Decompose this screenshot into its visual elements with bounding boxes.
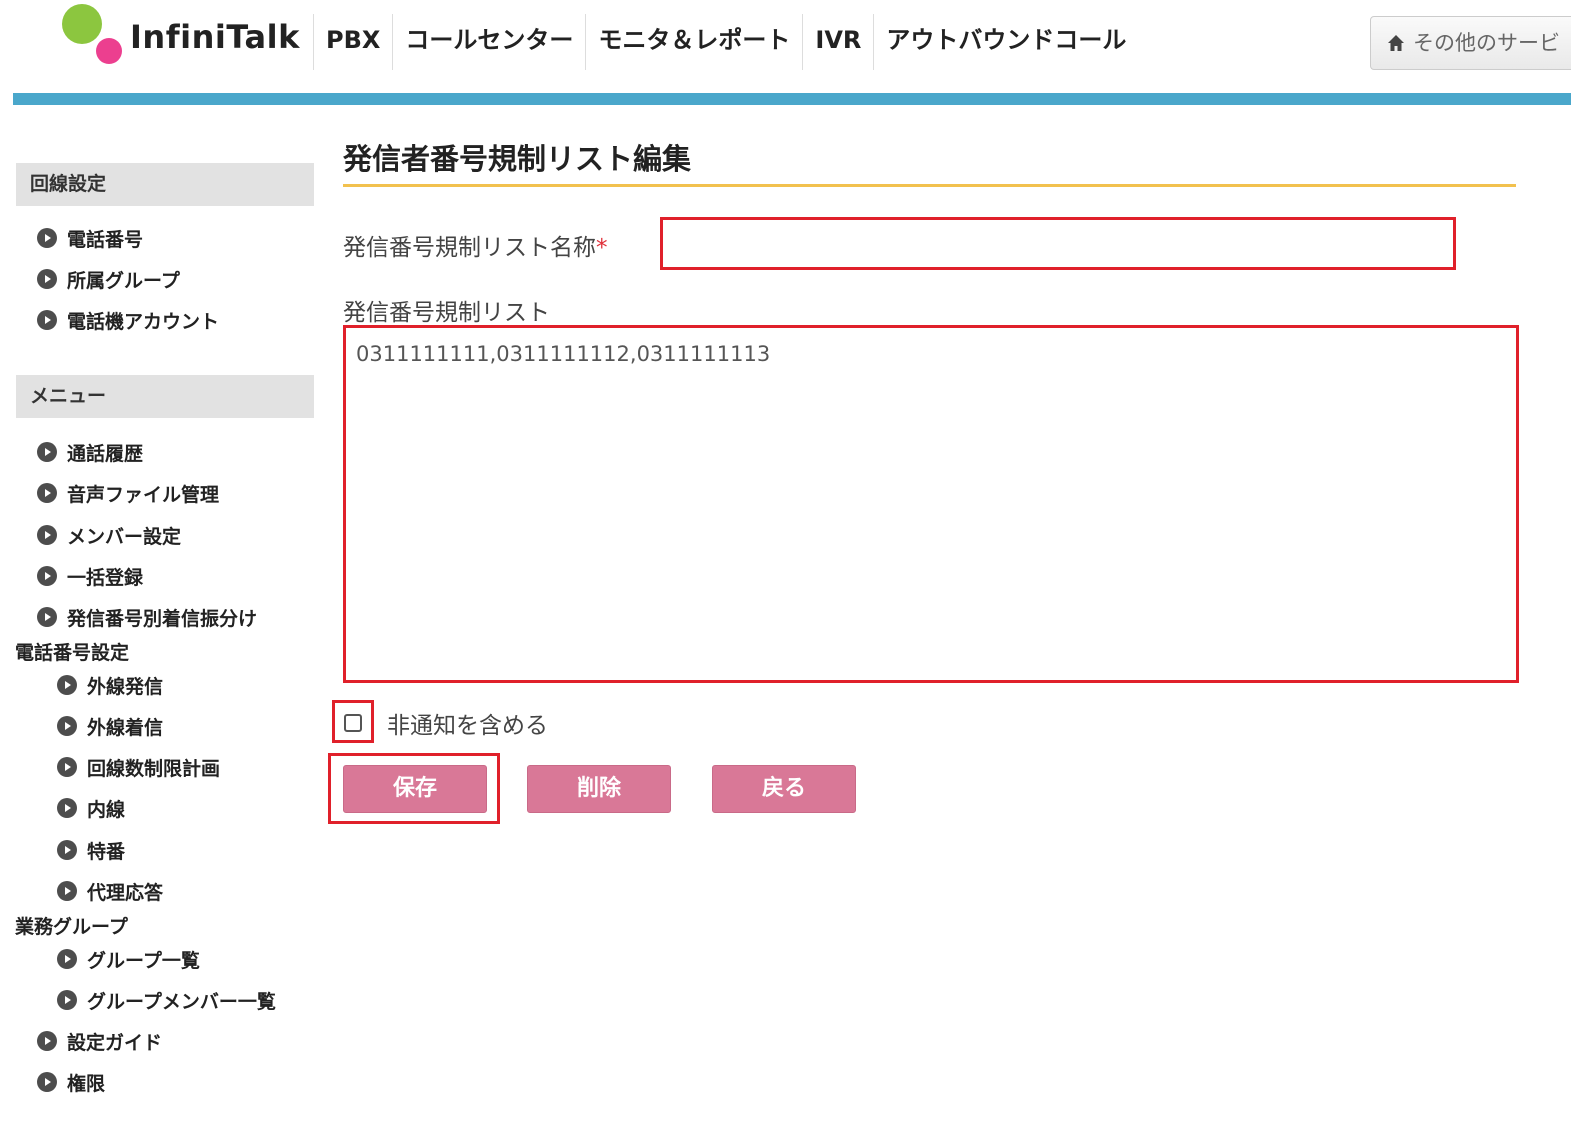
sidebar-item-label: 通話履歴	[67, 442, 144, 465]
chevron-right-icon	[37, 1072, 57, 1092]
sidebar-item-affiliated-group[interactable]: 所属グループ	[37, 264, 180, 294]
chevron-right-icon	[37, 525, 57, 545]
sidebar-item-label: 設定ガイド	[67, 1031, 163, 1054]
sidebar-item-line-limit-plan[interactable]: 回線数制限計画	[57, 752, 220, 782]
sidebar-item-label: 特番	[87, 840, 126, 863]
sidebar-item-label: 外線発信	[87, 675, 164, 698]
nav-callcenter[interactable]: コールセンター	[392, 14, 585, 70]
sidebar-item-phone-number[interactable]: 電話番号	[37, 223, 143, 253]
sidebar-item-phone-account[interactable]: 電話機アカウント	[37, 305, 219, 335]
delete-button[interactable]: 削除	[527, 765, 671, 813]
restriction-list-textarea[interactable]: 0311111111,0311111112,0311111113	[343, 325, 1519, 683]
chevron-right-icon	[37, 228, 57, 248]
back-button[interactable]: 戻る	[712, 765, 856, 813]
nav-pbx[interactable]: PBX	[313, 14, 392, 70]
header-divider-bar	[13, 93, 1571, 105]
chevron-right-icon	[57, 716, 77, 736]
sidebar-item-label: 電話番号	[67, 228, 144, 251]
chevron-right-icon	[37, 1031, 57, 1051]
sidebar-item-label: 権限	[67, 1072, 106, 1095]
sidebar-section-line-settings: 回線設定	[16, 163, 314, 206]
sidebar-item-label: 発信番号別着信振分け	[67, 607, 258, 630]
sidebar-group-phone-number-settings: 電話番号設定	[15, 642, 130, 664]
sidebar-item-label: 所属グループ	[67, 269, 180, 292]
other-services-button[interactable]: その他のサービ	[1370, 16, 1571, 70]
sidebar-item-label: 外線着信	[87, 716, 164, 739]
sidebar-item-group-list[interactable]: グループ一覧	[57, 944, 200, 974]
sidebar-item-bulk-registration[interactable]: 一括登録	[37, 561, 143, 591]
chevron-right-icon	[57, 675, 77, 695]
sidebar-item-audio-files[interactable]: 音声ファイル管理	[37, 478, 219, 508]
top-header: InfiniTalk PBX コールセンター モニタ＆レポート IVR アウトバ…	[0, 0, 1571, 92]
sidebar-item-outbound[interactable]: 外線発信	[57, 670, 163, 700]
sidebar-item-pickup[interactable]: 代理応答	[57, 876, 163, 906]
sidebar-item-member-settings[interactable]: メンバー設定	[37, 520, 181, 550]
list-name-label: 発信番号規制リスト名称*	[343, 228, 608, 262]
sidebar-item-settings-guide[interactable]: 設定ガイド	[37, 1026, 162, 1056]
sidebar-item-label: 音声ファイル管理	[67, 483, 220, 506]
main-nav: PBX コールセンター モニタ＆レポート IVR アウトバウンドコール	[313, 14, 1138, 70]
chevron-right-icon	[37, 607, 57, 627]
chevron-right-icon	[57, 757, 77, 777]
chevron-right-icon	[37, 566, 57, 586]
include-anonymous-label[interactable]: 非通知を含める	[387, 706, 548, 740]
sidebar-item-permissions[interactable]: 権限	[37, 1067, 105, 1097]
sidebar-item-label: 電話機アカウント	[67, 310, 220, 333]
sidebar-item-label: グループ一覧	[87, 949, 200, 972]
sidebar-item-label: 代理応答	[87, 881, 164, 904]
chevron-right-icon	[37, 269, 57, 289]
nav-outbound-call[interactable]: アウトバウンドコール	[873, 14, 1138, 70]
sidebar-item-special-number[interactable]: 特番	[57, 835, 125, 865]
sidebar-item-label: 回線数制限計画	[87, 757, 221, 780]
sidebar-item-group-member-list[interactable]: グループメンバー一覧	[57, 985, 276, 1015]
list-name-input[interactable]	[660, 217, 1456, 270]
sidebar-item-label: メンバー設定	[67, 525, 182, 548]
list-label: 発信番号規制リスト	[343, 300, 550, 326]
nav-ivr[interactable]: IVR	[802, 14, 873, 70]
chevron-right-icon	[57, 949, 77, 969]
chevron-right-icon	[57, 798, 77, 818]
include-anonymous-checkbox[interactable]	[344, 714, 362, 732]
sidebar-item-inbound[interactable]: 外線着信	[57, 711, 163, 741]
chevron-right-icon	[37, 310, 57, 330]
list-name-label-text: 発信番号規制リスト名称	[343, 235, 596, 261]
logo-green-dot	[62, 4, 102, 44]
chevron-right-icon	[37, 442, 57, 462]
sidebar-group-business-group: 業務グループ	[15, 916, 128, 938]
title-underline	[343, 184, 1516, 187]
sidebar-section-menu: メニュー	[16, 375, 314, 418]
chevron-right-icon	[37, 483, 57, 503]
nav-monitor-report[interactable]: モニタ＆レポート	[585, 14, 802, 70]
required-mark: *	[596, 235, 608, 261]
sidebar-item-caller-routing[interactable]: 発信番号別着信振分け	[37, 602, 257, 632]
sidebar-item-label: 内線	[87, 798, 126, 821]
sidebar-item-label: グループメンバー一覧	[87, 990, 276, 1013]
home-icon	[1388, 35, 1404, 51]
sidebar-item-call-history[interactable]: 通話履歴	[37, 437, 143, 467]
chevron-right-icon	[57, 881, 77, 901]
infinitalk-logo[interactable]: InfiniTalk	[62, 4, 299, 66]
anonymous-checkbox-highlight	[332, 700, 374, 743]
page-title: 発信者番号規制リスト編集	[343, 142, 692, 176]
logo-text: InfiniTalk	[130, 18, 300, 56]
chevron-right-icon	[57, 840, 77, 860]
save-button[interactable]: 保存	[343, 765, 487, 813]
chevron-right-icon	[57, 990, 77, 1010]
sidebar-item-extension[interactable]: 内線	[57, 793, 125, 823]
sidebar-item-label: 一括登録	[67, 566, 144, 589]
logo-pink-dot	[96, 38, 122, 64]
other-services-label: その他のサービ	[1413, 31, 1560, 55]
